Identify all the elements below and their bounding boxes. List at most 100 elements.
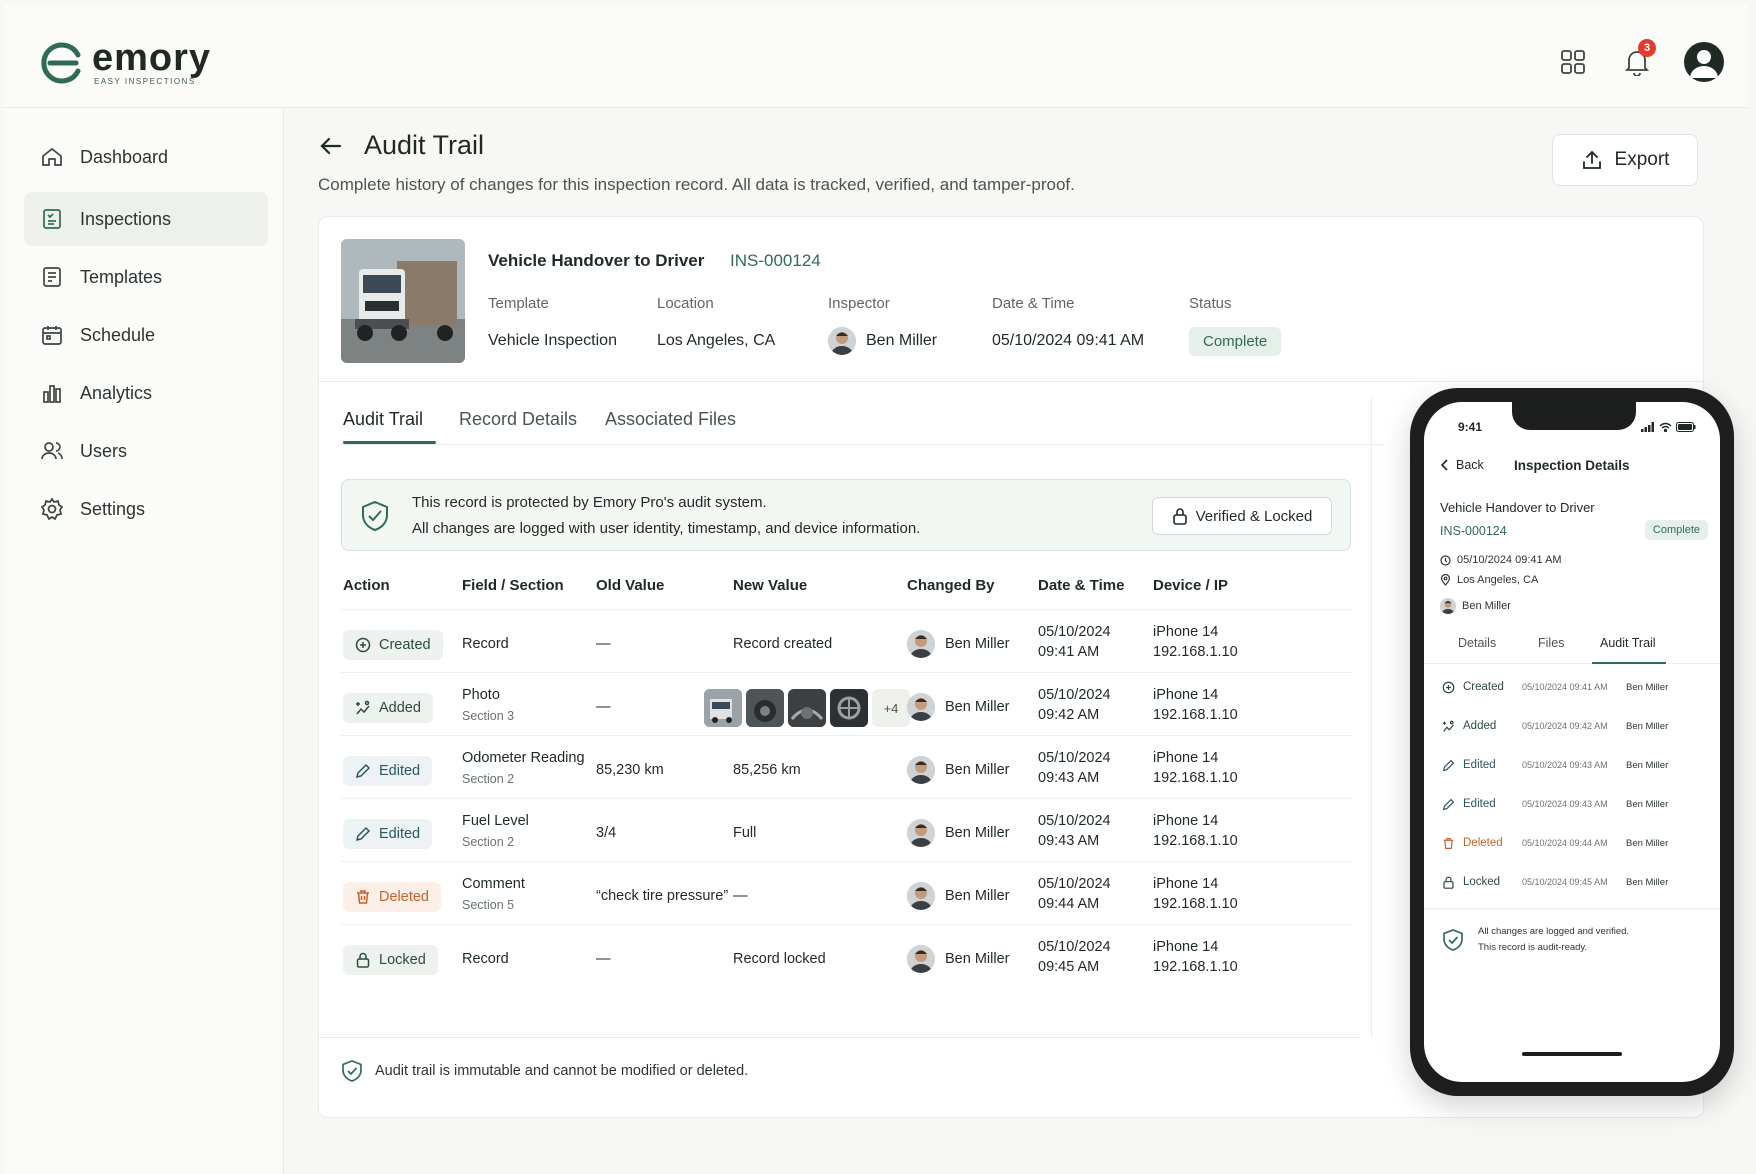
photo-thumbnail[interactable] <box>704 689 742 727</box>
changed-by-cell: Ben Miller <box>907 693 1009 721</box>
app-root: emory EASY INSPECTIONS 3 Dashboard Inspe… <box>0 0 1756 1174</box>
phone-meta-inspector: Ben Miller <box>1440 598 1511 614</box>
phone-audit-row[interactable]: Added 05/10/2024 09:42 AM Ben Miller <box>1442 715 1706 737</box>
changed-by-cell: Ben Miller <box>907 756 1009 784</box>
phone-footer-note: All changes are logged and verified. Thi… <box>1442 924 1629 956</box>
sidebar-item-schedule[interactable]: Schedule <box>24 308 268 362</box>
sidebar-item-users[interactable]: Users <box>24 424 268 478</box>
action-label: Locked <box>379 952 426 968</box>
phone-row-action: Locked <box>1463 876 1501 888</box>
phone-status-badge: Complete <box>1644 520 1708 540</box>
phone-audit-row[interactable]: Edited 05/10/2024 09:43 AM Ben Miller <box>1442 754 1706 776</box>
action-badge-deleted: Deleted <box>343 882 441 912</box>
record-summary: Vehicle Handover to Driver INS-000124 Te… <box>319 217 1705 382</box>
sidebar-item-dashboard[interactable]: Dashboard <box>24 130 268 184</box>
phone-active-tab-indicator <box>1592 662 1666 664</box>
time-text: 09:43 AM <box>1038 770 1100 786</box>
phone-row-action: Added <box>1463 720 1497 732</box>
user-avatar[interactable] <box>1684 42 1724 82</box>
more-photos-indicator[interactable]: +4 <box>872 689 910 727</box>
table-row[interactable]: Created Record — Record created Ben Mill… <box>341 609 1351 679</box>
datetime-cell: 05/10/2024 09:45 AM <box>1038 939 1111 975</box>
time-text: 09:44 AM <box>1038 896 1100 912</box>
photo-thumbnail[interactable] <box>746 689 784 727</box>
pencil-icon <box>355 763 371 779</box>
tab-audit-trail[interactable]: Audit Trail <box>343 409 423 430</box>
notifications-bell-icon[interactable]: 3 <box>1620 39 1656 79</box>
table-row[interactable]: Added Photo Section 3 — +4 Ben Miller 05/… <box>341 672 1351 742</box>
trash-icon <box>357 890 369 904</box>
device-text: iPhone 14 <box>1153 939 1219 955</box>
meta-inspector: Inspector Ben Miller <box>828 295 937 356</box>
action-label: Deleted <box>379 889 429 905</box>
old-value-cell: 3/4 <box>596 825 617 841</box>
export-button[interactable]: Export <box>1552 134 1698 186</box>
phone-audit-row[interactable]: Created 05/10/2024 09:41 AM Ben Miller <box>1442 676 1706 698</box>
field-section: Section 3 <box>462 709 515 723</box>
datetime-cell: 05/10/2024 09:41 AM <box>1038 624 1111 660</box>
device-cell: iPhone 14 192.168.1.10 <box>1153 876 1238 912</box>
sidebar-item-templates[interactable]: Templates <box>24 250 268 304</box>
page-header: Audit Trail Complete history of changes … <box>318 130 1075 195</box>
sidebar-item-inspections[interactable]: Inspections <box>24 192 268 246</box>
phone-row-user: Ben Miller <box>1626 876 1669 888</box>
user-avatar-small <box>907 882 935 910</box>
sidebar-item-analytics[interactable]: Analytics <box>24 366 268 420</box>
sidebar-item-settings[interactable]: Settings <box>24 482 268 536</box>
table-row[interactable]: Edited Fuel Level Section 2 3/4 Full Ben … <box>341 798 1351 868</box>
phone-audit-row[interactable]: Deleted 05/10/2024 09:44 AM Ben Miller <box>1442 832 1706 854</box>
tab-associated-files[interactable]: Associated Files <box>605 409 736 430</box>
phone-tab-files[interactable]: Files <box>1538 636 1564 650</box>
meta-value: Vehicle Inspection <box>488 332 617 349</box>
device-text: iPhone 14 <box>1153 813 1219 829</box>
page-subtitle: Complete history of changes for this ins… <box>318 175 1075 194</box>
brand-logo[interactable]: emory EASY INSPECTIONS <box>40 39 211 86</box>
table-row[interactable]: Deleted Comment Section 5 “check tire pre… <box>341 861 1351 931</box>
clipboard-icon <box>43 209 61 229</box>
action-label: Created <box>379 637 431 653</box>
phone-datetime: 05/10/2024 09:41 AM <box>1457 554 1562 566</box>
date-text: 05/10/2024 <box>1038 687 1111 703</box>
back-arrow-icon[interactable] <box>318 133 344 159</box>
photo-thumbnail[interactable] <box>788 689 826 727</box>
field-cell: Record <box>462 951 509 967</box>
time-text: 09:45 AM <box>1038 959 1100 975</box>
vehicle-photo[interactable] <box>341 239 465 363</box>
time-text: 09:42 AM <box>1038 707 1100 723</box>
field-section: Section 2 <box>462 835 515 849</box>
phone-back-button[interactable]: Back <box>1440 458 1484 472</box>
sidebar-item-label: Dashboard <box>80 146 169 167</box>
date-text: 05/10/2024 <box>1038 876 1111 892</box>
phone-row-user: Ben Miller <box>1626 681 1669 693</box>
sidebar: Dashboard Inspections Templates Schedule… <box>4 108 284 1174</box>
calendar-icon <box>42 326 62 345</box>
sidebar-item-label: Settings <box>80 498 146 519</box>
photo-thumbnail[interactable] <box>830 689 868 727</box>
shield-check-icon <box>362 500 388 532</box>
phone-tab-details[interactable]: Details <box>1458 636 1496 650</box>
phone-row-datetime: 05/10/2024 09:43 AM <box>1522 760 1608 770</box>
apps-grid-icon[interactable] <box>1556 45 1590 79</box>
tab-record-details[interactable]: Record Details <box>459 409 577 430</box>
time-text: 09:41 AM <box>1038 644 1100 660</box>
phone-row-datetime: 05/10/2024 09:43 AM <box>1522 799 1608 809</box>
table-row[interactable]: Edited Odometer Reading Section 2 85,230 … <box>341 735 1351 805</box>
changed-by-name: Ben Miller <box>945 699 1010 715</box>
changed-by-name: Ben Miller <box>945 636 1010 652</box>
verified-locked-button[interactable]: Verified & Locked <box>1152 497 1332 535</box>
phone-row-datetime: 05/10/2024 09:45 AM <box>1522 877 1608 887</box>
changed-by-cell: Ben Miller <box>907 630 1009 658</box>
phone-audit-row[interactable]: Locked 05/10/2024 09:45 AM Ben Miller <box>1442 871 1706 893</box>
phone-audit-row[interactable]: Edited 05/10/2024 09:43 AM Ben Miller <box>1442 793 1706 815</box>
phone-meta-location: Los Angeles, CA <box>1440 574 1538 586</box>
new-value-cell: Record locked <box>733 951 826 967</box>
phone-tab-audit-trail[interactable]: Audit Trail <box>1600 636 1656 650</box>
action-badge-edited: Edited <box>343 819 433 849</box>
status-badge: Complete <box>1189 326 1282 356</box>
changed-by-name: Ben Miller <box>945 825 1010 841</box>
device-text: iPhone 14 <box>1153 876 1219 892</box>
user-avatar-small <box>907 945 935 973</box>
plus-circle-icon <box>1442 681 1455 693</box>
table-row[interactable]: Locked Record — Record locked Ben Miller… <box>341 924 1351 994</box>
record-id[interactable]: INS-000124 <box>730 251 821 271</box>
